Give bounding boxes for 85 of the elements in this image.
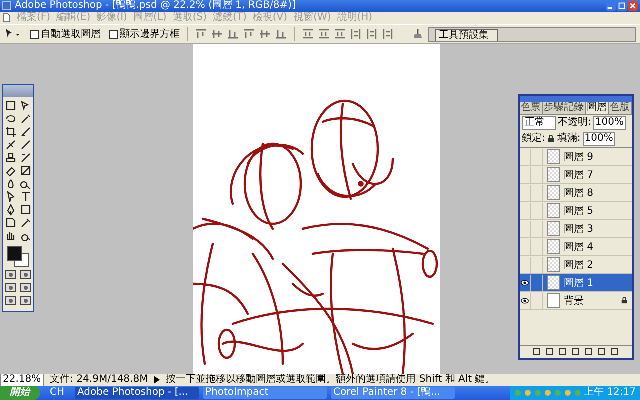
window-title: Adobe Photoshop - [鴨鴨.psd @ 22.2% (圖層 1, RGB/8#)] [15, 0, 296, 12]
opacity-field[interactable]: 100% [593, 116, 626, 130]
align-icon[interactable] [211, 28, 223, 40]
minimize-icon[interactable] [606, 1, 616, 11]
crop-icon[interactable] [4, 126, 16, 138]
lasso-icon[interactable] [4, 113, 16, 125]
layer-name: 圖層 1 [564, 276, 594, 290]
layer-name: 背景 [564, 294, 584, 308]
layer-name: 圖層 8 [564, 186, 594, 200]
tool-presets-tab[interactable]: 工具預設集 [435, 28, 498, 40]
layer-name: 圖層 2 [564, 258, 594, 272]
opacity-label: 不透明: [558, 117, 592, 129]
layer-name: 圖層 4 [564, 240, 594, 254]
toolbox-header [3, 85, 33, 97]
checkbox[interactable] [109, 30, 118, 38]
document-icon[interactable] [3, 13, 11, 23]
align-icon[interactable] [195, 28, 207, 40]
checkbox-option[interactable]: 自動選取圖層 [30, 27, 101, 41]
marquee-icon[interactable] [4, 100, 16, 112]
layer-name: 圖層 5 [564, 204, 594, 218]
layer-thumbnail [547, 257, 560, 272]
align-icon[interactable] [275, 28, 287, 40]
hand-icon[interactable] [4, 230, 16, 242]
path-select-icon[interactable] [4, 191, 16, 203]
align-icon[interactable] [227, 28, 239, 40]
fill-label: 填滿: [557, 133, 581, 145]
layer-name: 圖層 9 [564, 150, 594, 164]
clock: 上午 12:17 [584, 386, 636, 400]
move-tool-icon[interactable] [4, 28, 22, 40]
layer-row[interactable]: 圖層 8 [520, 184, 632, 202]
layer-row[interactable]: 圖層 3 [520, 220, 632, 238]
layer-row[interactable]: 圖層 7 [520, 166, 632, 184]
shape-icon[interactable] [20, 204, 32, 216]
type-icon[interactable] [20, 191, 32, 203]
lock-label: 鎖定: [522, 133, 546, 145]
visibility-toggle[interactable] [520, 274, 531, 290]
layer-thumbnail [547, 203, 560, 218]
status-hint: 按一下並拖移以移動圖層或選取範圍。額外的選項請使用 Shift 和 Alt 鍵。 [166, 374, 496, 386]
fill-field[interactable]: 100% [582, 132, 616, 146]
layer-thumbnail [547, 221, 560, 236]
pen-icon[interactable] [4, 204, 16, 216]
eye-icon [521, 280, 529, 286]
checkbox-label: 顯示邊界方框 [120, 28, 180, 41]
distribute-icon[interactable] [334, 28, 346, 40]
eraser-icon[interactable] [4, 165, 16, 177]
app-icon [2, 1, 12, 11]
play-icon[interactable] [154, 376, 160, 384]
move-icon[interactable] [20, 100, 32, 112]
document-size: 文件: 24.9M/148.8M [50, 374, 148, 386]
layer-row[interactable]: 圖層 4 [520, 238, 632, 256]
layer-thumbnail [547, 167, 560, 182]
layer-row[interactable]: 圖層 9 [520, 148, 632, 166]
taskbar-button[interactable]: Adobe Photoshop - [... [74, 387, 199, 399]
checkbox-label: 自動選取圖層 [41, 28, 101, 41]
layer-row[interactable]: 圖層 5 [520, 202, 632, 220]
lock-icon[interactable] [547, 135, 556, 143]
blend-mode-dropdown[interactable]: 正常 [522, 116, 556, 130]
panel-tab[interactable]: 圖層 [586, 102, 609, 114]
layer-thumbnail [547, 185, 560, 200]
language-indicator[interactable]: CH [44, 386, 71, 400]
distribute-icon[interactable] [302, 28, 314, 40]
distribute-icon[interactable] [318, 28, 330, 40]
checkbox-option[interactable]: 顯示邊界方框 [109, 27, 180, 41]
panel-tab[interactable]: 色票 [520, 102, 543, 114]
align-icon[interactable] [243, 28, 255, 40]
layer-thumbnail [547, 239, 560, 254]
start-button[interactable]: 開始 [0, 386, 40, 400]
eye-icon [521, 298, 529, 304]
color-swatches[interactable] [7, 246, 29, 266]
distribute-icon[interactable] [350, 28, 362, 40]
brush-palette-icon[interactable] [412, 28, 424, 40]
close-icon[interactable] [628, 1, 638, 11]
distribute-icon[interactable] [366, 28, 378, 40]
align-icon[interactable] [259, 28, 271, 40]
distribute-icon[interactable] [382, 28, 394, 40]
maximize-icon[interactable] [617, 1, 627, 11]
panel-tab[interactable]: 色版 [609, 102, 632, 114]
layer-name: 圖層 7 [564, 168, 594, 182]
checkbox[interactable] [30, 30, 39, 38]
layer-row[interactable]: 圖層 1 [520, 274, 632, 292]
layer-row[interactable]: 背景 [520, 292, 632, 310]
layer-name: 圖層 3 [564, 222, 594, 236]
visibility-toggle[interactable] [520, 292, 531, 308]
stamp-icon[interactable] [4, 152, 16, 164]
layer-thumbnail [547, 275, 560, 290]
